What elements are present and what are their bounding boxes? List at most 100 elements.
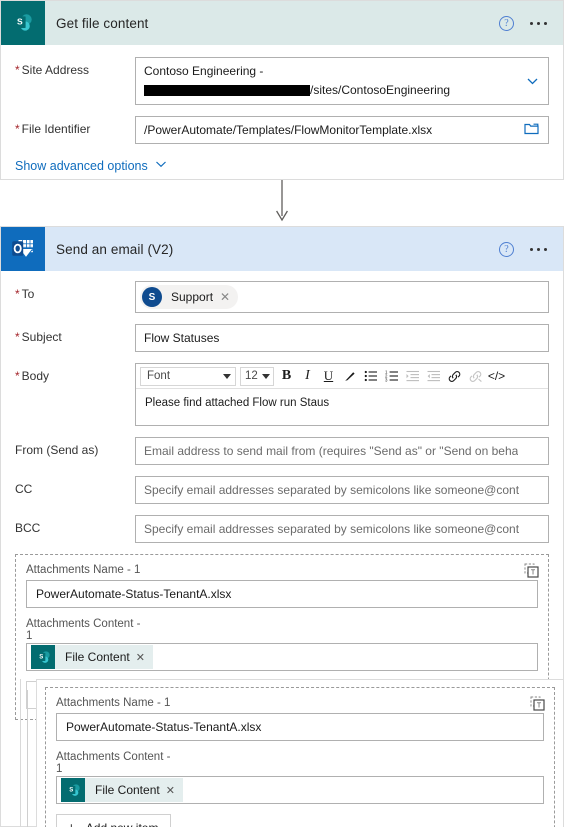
attachments-content-input[interactable]: S File Content ✕ [56, 776, 544, 804]
attachments-name-label: Attachments Name - 1 [26, 564, 141, 576]
file-identifier-input[interactable]: /PowerAutomate/Templates/FlowMonitorTemp… [135, 116, 549, 144]
action-card-get-file-content[interactable]: S Get file content ? * Site Address Conto… [0, 0, 564, 180]
cc-input[interactable]: Specify email addresses separated by sem… [135, 476, 549, 504]
bcc-input[interactable]: Specify email addresses separated by sem… [135, 515, 549, 543]
card-header-send-an-email[interactable]: Send an email (V2) ? [1, 227, 563, 271]
indent-increase-icon[interactable] [402, 366, 423, 387]
redaction-bar [144, 84, 310, 96]
duplicate-item-icon[interactable]: T [530, 696, 545, 716]
svg-text:T: T [537, 703, 542, 710]
add-new-item-button[interactable]: + Add new item [56, 814, 172, 827]
site-address-value-line1: Contoso Engineering - [144, 64, 264, 78]
font-family-value: Font [147, 370, 171, 382]
show-advanced-options-label: Show advanced options [15, 158, 148, 173]
recipient-name: Support [171, 290, 214, 304]
field-row-subject: * Subject Flow Statuses [15, 324, 549, 352]
cc-label: CC [15, 482, 33, 496]
show-advanced-options-link[interactable]: Show advanced options [15, 158, 549, 173]
recipient-chip-support[interactable]: S Support ✕ [140, 285, 239, 309]
indent-decrease-icon[interactable] [423, 366, 444, 387]
card-title: Send an email (V2) [56, 241, 174, 257]
sharepoint-icon: S [1, 1, 45, 45]
bcc-label: BCC [15, 521, 41, 535]
attachments-content-label: Attachments Content - [26, 618, 141, 630]
insert-link-icon[interactable] [444, 366, 465, 387]
help-icon[interactable]: ? [499, 15, 514, 31]
attachments-name-input[interactable]: PowerAutomate-Status-TenantA.xlsx [56, 713, 544, 741]
bold-icon[interactable]: B [276, 366, 297, 387]
folder-picker-icon[interactable] [524, 122, 539, 138]
close-icon[interactable]: ✕ [136, 651, 145, 664]
required-asterisk: * [15, 122, 20, 136]
dynamic-content-token-file-content[interactable]: S File Content ✕ [31, 645, 153, 669]
flow-connector-arrow [272, 180, 292, 226]
underline-icon[interactable]: U [318, 366, 339, 387]
from-placeholder: Email address to send mail from (require… [144, 444, 519, 458]
code-view-icon[interactable]: </> [486, 366, 507, 387]
field-row-body: * Body Font 12 B I U 1 2 3 </> Please fi… [15, 363, 549, 426]
remove-link-icon[interactable] [465, 366, 486, 387]
to-label: * To [15, 287, 35, 301]
help-icon[interactable]: ? [499, 241, 514, 257]
token-label: File Content [65, 650, 130, 664]
duplicate-item-icon[interactable]: T [524, 563, 539, 583]
add-new-item-label: Add new item [86, 821, 159, 827]
attachments-overlay-panel[interactable]: Attachments Name - 1 PowerAutomate-Statu… [36, 679, 564, 827]
body-content[interactable]: Please find attached Flow run Staus [136, 389, 548, 425]
attachments-name-label: Attachments Name - 1 [56, 697, 171, 709]
close-icon[interactable]: ✕ [220, 290, 230, 304]
attachments-content-label: Attachments Content - [56, 751, 171, 763]
field-row-from: From (Send as) Email address to send mai… [15, 437, 549, 465]
from-input[interactable]: Email address to send mail from (require… [135, 437, 549, 465]
to-input[interactable]: S Support ✕ [135, 281, 549, 313]
close-icon[interactable]: ✕ [166, 784, 175, 797]
more-options-icon[interactable] [528, 247, 555, 251]
attachments-content-input[interactable]: S File Content ✕ [26, 643, 538, 671]
field-row-file-identifier: * File Identifier /PowerAutomate/Template… [15, 116, 549, 144]
card-header-actions: ? [499, 1, 555, 45]
chevron-down-icon [223, 373, 231, 379]
card-body-get-file-content: * Site Address Contoso Engineering - /sit… [1, 45, 563, 187]
outlook-icon [1, 227, 45, 271]
body-label: * Body [15, 369, 50, 383]
body-rich-text-editor[interactable]: Font 12 B I U 1 2 3 </> Please find atta… [135, 363, 549, 426]
sharepoint-icon: S [61, 778, 85, 802]
rich-text-toolbar: Font 12 B I U 1 2 3 </> [136, 364, 548, 389]
font-family-select[interactable]: Font [140, 366, 236, 386]
avatar: S [142, 287, 162, 307]
bulleted-list-icon[interactable] [360, 366, 381, 387]
font-size-value: 12 [245, 370, 258, 382]
card-header-get-file-content[interactable]: S Get file content ? [1, 1, 563, 45]
attachments-content-index: 1 [56, 763, 63, 775]
site-address-input[interactable]: Contoso Engineering - /sites/ContosoEngi… [135, 57, 549, 105]
site-address-label: * Site Address [15, 63, 90, 77]
attachments-content-index: 1 [26, 630, 33, 642]
card-title: Get file content [56, 15, 149, 31]
font-size-select[interactable]: 12 [240, 366, 274, 386]
subject-input[interactable]: Flow Statuses [135, 324, 549, 352]
panel-rail-inner [27, 690, 28, 827]
dynamic-content-token-file-content[interactable]: S File Content ✕ [61, 778, 183, 802]
field-row-cc: CC Specify email addresses separated by … [15, 476, 549, 504]
attachments-name-value: PowerAutomate-Status-TenantA.xlsx [66, 720, 262, 734]
field-row-site-address: * Site Address Contoso Engineering - /sit… [15, 57, 549, 105]
subject-label: * Subject [15, 330, 62, 344]
sharepoint-icon: S [31, 645, 55, 669]
subject-value: Flow Statuses [144, 331, 220, 345]
required-asterisk: * [15, 330, 20, 344]
file-identifier-value: /PowerAutomate/Templates/FlowMonitorTemp… [144, 123, 433, 137]
flow-designer-canvas: S Get file content ? * Site Address Conto… [0, 0, 564, 827]
numbered-list-icon[interactable]: 123 [381, 366, 402, 387]
text-highlight-icon[interactable] [339, 366, 360, 387]
svg-text:S: S [17, 17, 23, 27]
bcc-placeholder: Specify email addresses separated by sem… [144, 522, 520, 536]
chevron-down-icon[interactable] [526, 75, 539, 88]
svg-text:3: 3 [385, 377, 388, 382]
svg-text:T: T [531, 570, 536, 577]
more-options-icon[interactable] [528, 21, 555, 25]
attachments-name-input[interactable]: PowerAutomate-Status-TenantA.xlsx [26, 580, 538, 608]
panel-rail-outer [20, 679, 21, 827]
cc-placeholder: Specify email addresses separated by sem… [144, 483, 520, 497]
italic-icon[interactable]: I [297, 366, 318, 387]
required-asterisk: * [15, 369, 20, 383]
